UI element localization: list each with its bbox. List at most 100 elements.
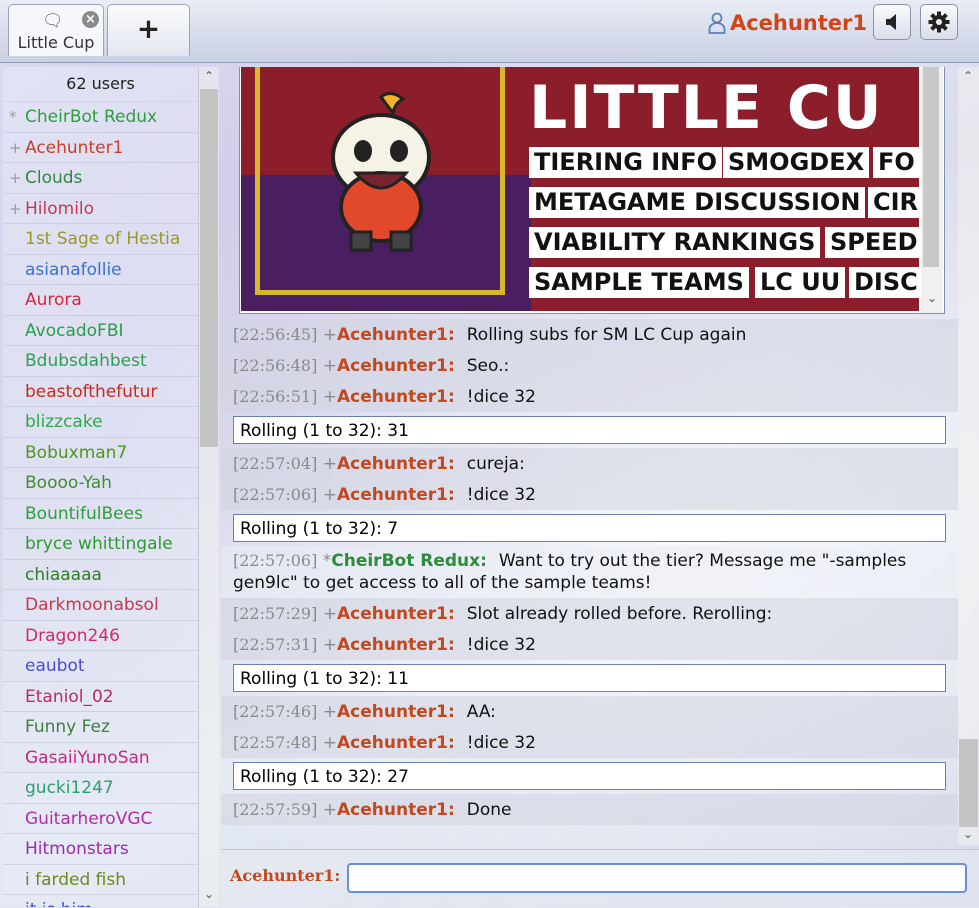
scroll-down-icon[interactable]: ⌄	[958, 827, 978, 841]
user-name: 1st Sage of Hestia	[25, 229, 181, 249]
dice-roll-result: Rolling (1 to 32): 11	[233, 664, 946, 692]
user-count: 62 users	[3, 67, 198, 102]
user-list-item[interactable]: beastofthefutur	[3, 377, 198, 407]
banner-link-smogdex[interactable]: SMOGDEX	[723, 147, 870, 178]
tab-label: Little Cup	[17, 33, 95, 52]
message-timestamp: [22:57:04]	[233, 454, 318, 473]
message-author[interactable]: Acehunter1:	[337, 454, 455, 474]
user-list-item[interactable]: BountifulBees	[3, 499, 198, 529]
message-author[interactable]: Acehunter1:	[337, 356, 455, 376]
banner-title: LITTLE CU	[529, 73, 884, 143]
message-author[interactable]: Acehunter1:	[337, 604, 455, 624]
message-author[interactable]: Acehunter1:	[337, 800, 455, 820]
message-input[interactable]	[347, 863, 967, 893]
user-list-item[interactable]: + Clouds	[3, 163, 198, 194]
message-author[interactable]: CheirBot Redux:	[331, 551, 487, 571]
user-group-symbol: +	[322, 604, 337, 624]
user-list-item[interactable]: i farded fish	[3, 865, 198, 895]
scrollbar-thumb[interactable]	[200, 89, 218, 447]
user-list-item[interactable]: Dragon246	[3, 621, 198, 651]
user-list-item[interactable]: Etaniol_02	[3, 682, 198, 712]
message-author[interactable]: Acehunter1:	[337, 325, 455, 345]
chat-message: [22:57:59] +Acehunter1: Done	[221, 794, 958, 825]
current-username: Acehunter1	[729, 11, 867, 35]
banner-link-speed[interactable]: SPEED	[825, 227, 919, 258]
user-list-item[interactable]: 1st Sage of Hestia	[3, 224, 198, 255]
chat-message: [22:56:48] +Acehunter1: Seo.:	[221, 350, 958, 381]
user-list-item[interactable]: Aurora	[3, 285, 198, 316]
user-list-item[interactable]: bryce whittingale	[3, 529, 198, 560]
user-list-item[interactable]: Bdubsdahbest	[3, 346, 198, 377]
message-author[interactable]: Acehunter1:	[337, 702, 455, 722]
settings-button[interactable]	[920, 4, 958, 40]
user-list-item[interactable]: asianafollie	[3, 255, 198, 285]
tab-little-cup[interactable]: 🗨 × Little Cup	[8, 4, 104, 56]
user-list-item[interactable]: + Hilomilo	[3, 194, 198, 224]
message-author[interactable]: Acehunter1:	[337, 485, 455, 505]
speaker-icon	[886, 14, 896, 30]
scroll-down-icon[interactable]: ⌄	[922, 291, 942, 305]
user-menu[interactable]: Acehunter1	[708, 8, 867, 38]
banner-link-tiering-info[interactable]: TIERING INFO	[529, 147, 723, 178]
new-tab-button[interactable]: +	[107, 4, 190, 56]
scrollbar-thumb[interactable]	[923, 67, 939, 267]
dice-roll-result: Rolling (1 to 32): 27	[233, 762, 946, 790]
message-author[interactable]: Acehunter1:	[337, 733, 455, 753]
chat-message: [22:57:06] +Acehunter1: !dice 32	[221, 479, 958, 510]
header-bar: 🗨 × Little Cup + Acehunter1	[0, 0, 979, 63]
user-list-scrollbar[interactable]: ⌃ ⌄	[199, 67, 219, 907]
user-list-item[interactable]: GuitarheroVGC	[3, 804, 198, 834]
message-timestamp: [22:57:31]	[233, 635, 318, 654]
user-group-symbol: *	[322, 551, 332, 571]
user-list-item[interactable]: gucki1247	[3, 773, 198, 804]
user-name: Hilomilo	[25, 198, 95, 219]
banner-link-discord[interactable]: DISC	[849, 267, 919, 298]
banner-scrollbar[interactable]: ⌄	[921, 67, 943, 313]
user-list-item[interactable]: Funny Fez	[3, 712, 198, 743]
scrollbar-thumb[interactable]	[959, 739, 978, 827]
user-name: Etaniol_02	[25, 686, 114, 707]
chat-scrollbar[interactable]: ⌃ ⌄	[958, 67, 979, 845]
sound-button[interactable]	[873, 4, 911, 40]
chat-bubble-icon: 🗨	[42, 11, 64, 31]
user-name: it is him	[25, 900, 93, 907]
message-author[interactable]: Acehunter1:	[337, 387, 455, 407]
message-timestamp: [22:57:59]	[233, 800, 318, 819]
message-text: Slot already rolled before. Rerolling:	[466, 604, 773, 624]
scroll-down-icon[interactable]: ⌄	[199, 887, 219, 901]
user-list-item[interactable]: blizzcake	[3, 407, 198, 438]
user-list-item[interactable]: AvocadoFBI	[3, 316, 198, 346]
pokemon-mascot-icon	[331, 92, 431, 252]
banner-link-forums[interactable]: FO	[873, 147, 919, 178]
user-list-item[interactable]: Bobuxman7	[3, 438, 198, 468]
user-name: Acehunter1	[25, 137, 124, 158]
banner-link-sample-teams[interactable]: SAMPLE TEAMS	[529, 267, 749, 298]
user-list-item[interactable]: Boooo-Yah	[3, 468, 198, 499]
banner-link-metagame-discussion[interactable]: METAGAME DISCUSSION	[529, 187, 866, 218]
scroll-up-icon[interactable]: ⌃	[958, 69, 978, 83]
user-list-item[interactable]: eaubot	[3, 651, 198, 682]
user-list-item[interactable]: it is him	[3, 895, 198, 907]
composer-username-label: Acehunter1:	[230, 866, 341, 885]
user-list: 62 users * CheirBot Redux + Acehunter1 + Clou…	[3, 67, 199, 907]
user-list-item[interactable]: chiaaaaa	[3, 560, 198, 590]
message-author[interactable]: Acehunter1:	[337, 635, 455, 655]
banner-link-circuit[interactable]: CIR	[868, 187, 919, 218]
user-list-item[interactable]: Darkmoonabsol	[3, 590, 198, 621]
user-list-item[interactable]: + Acehunter1	[3, 133, 198, 163]
message-text: !dice 32	[466, 635, 536, 655]
user-name: Boooo-Yah	[25, 473, 112, 493]
user-list-item[interactable]: Hitmonstars	[3, 834, 198, 865]
user-list-item[interactable]: * CheirBot Redux	[3, 102, 198, 133]
close-icon[interactable]: ×	[82, 11, 99, 28]
user-name: Hitmonstars	[25, 839, 129, 859]
user-list-item[interactable]: GasaiiYunoSan	[3, 743, 198, 773]
user-name: Dragon246	[25, 625, 120, 646]
user-group-symbol: +	[322, 733, 337, 753]
banner-link-lc-uu[interactable]: LC UU	[755, 267, 846, 298]
scroll-up-icon[interactable]: ⌃	[199, 69, 219, 83]
dice-roll-result: Rolling (1 to 32): 7	[233, 514, 946, 542]
user-group-symbol: +	[322, 325, 337, 345]
user-group-symbol: +	[322, 356, 337, 376]
banner-link-viability-rankings[interactable]: VIABILITY RANKINGS	[529, 227, 821, 258]
